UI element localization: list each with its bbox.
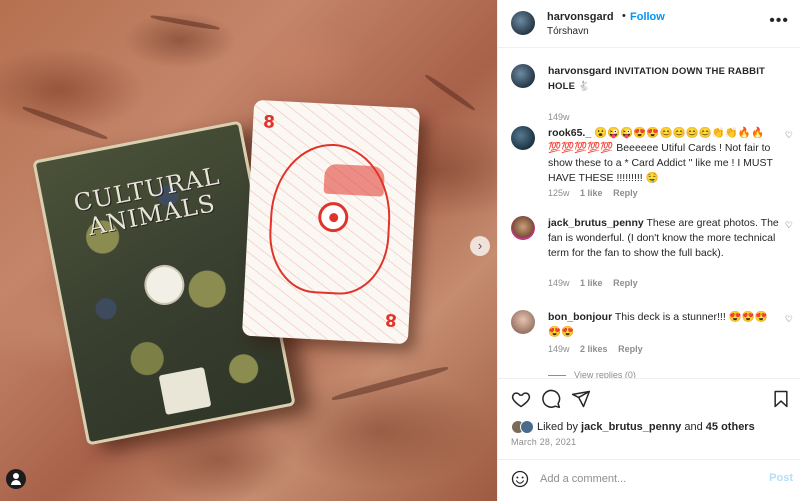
comment-username[interactable]: rook65._	[548, 127, 591, 139]
post-header: harvonsgard • Follow Tórshavn •••	[498, 0, 800, 48]
likes-summary: Liked by jack_brutus_penny and 45 others	[511, 420, 791, 436]
avatar[interactable]	[520, 420, 534, 434]
deck-medallion	[140, 261, 188, 309]
post-date[interactable]: March 28, 2021	[511, 437, 576, 447]
like-comment-heart-icon[interactable]: ♡	[785, 130, 793, 141]
comment-meta: 149w 1 like Reply	[548, 278, 646, 288]
comment-time[interactable]: 149w	[548, 344, 570, 354]
comment-meta: 149w	[548, 112, 578, 122]
separator-dot: •	[622, 10, 626, 22]
comment-username[interactable]: bon_bonjour	[548, 311, 612, 323]
caption-body: harvonsgard INVITATION DOWN THE RABBIT H…	[548, 64, 780, 94]
rock-texture	[331, 364, 449, 403]
save-bookmark-icon[interactable]	[771, 389, 791, 409]
emoji-smiley-icon[interactable]	[511, 470, 529, 488]
post-actions-bar	[498, 378, 800, 416]
more-options-icon[interactable]: •••	[769, 12, 789, 30]
comment-time[interactable]: 125w	[548, 188, 570, 198]
post-comment-button[interactable]: Post	[769, 472, 793, 484]
tagged-users-icon[interactable]	[6, 469, 26, 489]
comment-likes[interactable]: 1 like	[580, 188, 603, 198]
comments-list[interactable]: harvonsgard INVITATION DOWN THE RABBIT H…	[498, 48, 800, 378]
avatar[interactable]	[511, 310, 535, 334]
owl-hat	[323, 163, 385, 197]
comment-input[interactable]	[540, 470, 750, 488]
owl-eye	[317, 201, 350, 233]
like-comment-heart-icon[interactable]: ♡	[785, 220, 793, 231]
comment-item: jack_brutus_penny These are great photos…	[498, 216, 800, 296]
rock-texture	[150, 13, 220, 32]
avatar[interactable]	[511, 11, 535, 35]
deck-logo	[158, 366, 212, 416]
add-comment-bar: Post	[498, 459, 800, 501]
comment-likes[interactable]: 2 likes	[580, 344, 608, 354]
likes-others-link[interactable]: 45 others	[706, 421, 755, 433]
share-paper-plane-icon[interactable]	[571, 389, 591, 409]
like-comment-heart-icon[interactable]: ♡	[785, 314, 793, 325]
liked-by-label: Liked by	[537, 421, 578, 433]
view-replies-line	[548, 375, 566, 377]
comment-likes[interactable]: 1 like	[580, 278, 603, 288]
view-replies-label: View replies (0)	[574, 370, 636, 378]
liker-avatars	[511, 420, 535, 434]
post-username[interactable]: harvonsgard	[547, 11, 614, 23]
comment-meta: 125w 1 like Reply	[548, 188, 646, 198]
comment-username[interactable]: jack_brutus_penny	[548, 217, 644, 229]
post-location[interactable]: Tórshavn	[547, 26, 589, 37]
deck-title: CULTURAL ANIMALS	[56, 160, 243, 245]
avatar[interactable]	[511, 64, 535, 88]
comment-body: rook65._ 😮😜😜😍😍😊😊😊😊👏👏🔥🔥💯💯💯💯💯 Beeeeee Utif…	[548, 126, 780, 186]
card-rank-bottom: 8	[384, 308, 398, 330]
liked-by-and: and	[684, 421, 703, 433]
comment-body: jack_brutus_penny These are great photos…	[548, 216, 780, 261]
playing-card: 8 8	[241, 99, 421, 345]
reply-button[interactable]: Reply	[613, 188, 638, 198]
rock-texture	[423, 73, 477, 112]
follow-button[interactable]: Follow	[630, 11, 665, 23]
reply-button[interactable]: Reply	[618, 344, 643, 354]
caption: harvonsgard INVITATION DOWN THE RABBIT H…	[498, 64, 800, 122]
next-image-button[interactable]: ›	[470, 236, 490, 256]
comment-item: bon_bonjour This deck is a stunner!!! 😍😍…	[498, 310, 800, 370]
avatar[interactable]	[511, 216, 535, 240]
comment-time[interactable]: 149w	[548, 112, 570, 122]
card-rank-top: 8	[262, 112, 276, 133]
like-heart-icon[interactable]	[511, 389, 531, 409]
avatar[interactable]	[511, 126, 535, 150]
reply-button[interactable]: Reply	[613, 278, 638, 288]
comment-username[interactable]: harvonsgard	[548, 65, 612, 77]
comment-item: rook65._ 😮😜😜😍😍😊😊😊😊👏👏🔥🔥💯💯💯💯💯 Beeeeee Utif…	[498, 126, 800, 206]
comment-time[interactable]: 149w	[548, 278, 570, 288]
post-side-panel: harvonsgard • Follow Tórshavn ••• harvon…	[497, 0, 800, 501]
post-photo[interactable]: CULTURAL ANIMALS 8 8 ›	[0, 0, 497, 501]
likes-text: Liked by jack_brutus_penny and 45 others	[537, 421, 755, 433]
comment-body: bon_bonjour This deck is a stunner!!! 😍😍…	[548, 310, 780, 340]
comment-meta: 149w 2 likes Reply	[548, 344, 651, 354]
view-replies-button[interactable]: View replies (0)	[548, 370, 636, 378]
liked-by-user[interactable]: jack_brutus_penny	[581, 421, 681, 433]
comment-bubble-icon[interactable]	[541, 389, 561, 409]
rock-texture	[21, 104, 109, 142]
